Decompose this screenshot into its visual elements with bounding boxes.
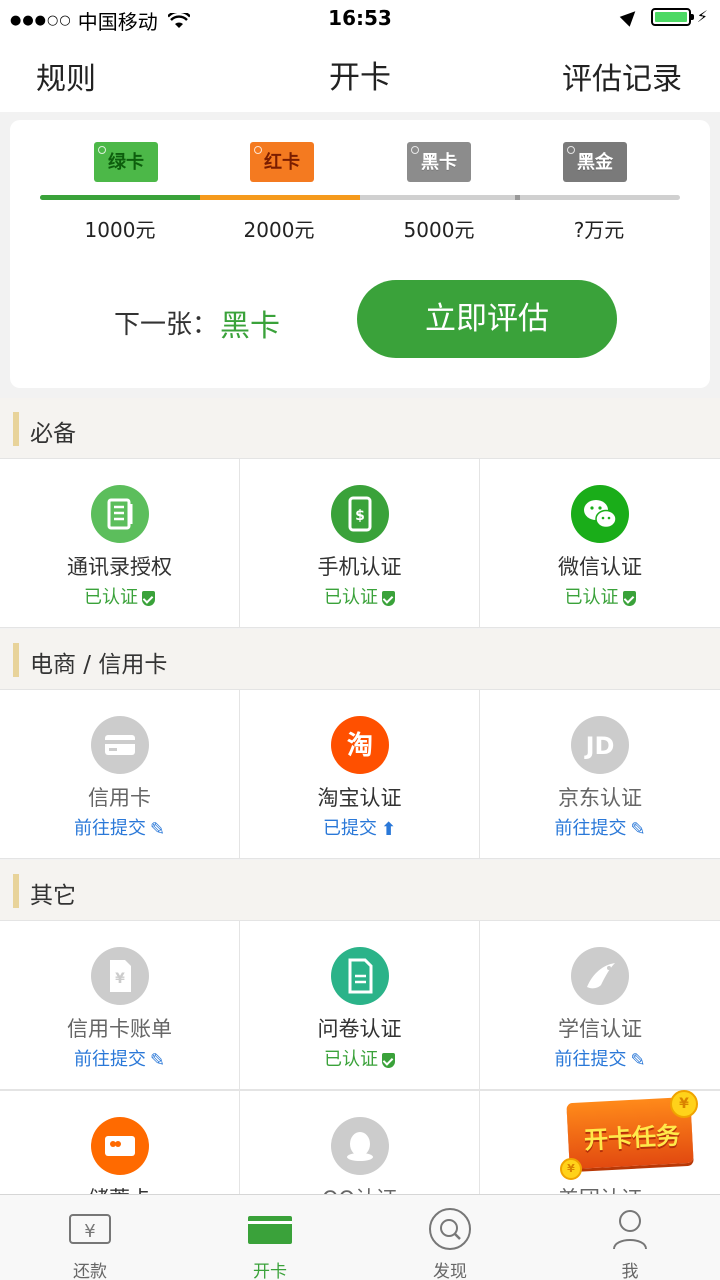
svg-text:$: $: [355, 508, 365, 524]
tier-amount: ?万元: [573, 218, 625, 242]
taobao-auth-item[interactable]: 淘 淘宝认证 已提交 ⬆: [240, 690, 480, 859]
section-header: 电商 / 信用卡: [0, 629, 720, 691]
svg-text:¥: ¥: [115, 971, 125, 987]
verified-icon: [382, 1052, 395, 1068]
contacts-icon: [91, 485, 149, 543]
evaluate-now-button[interactable]: 立即评估: [357, 280, 617, 358]
verified-icon: [382, 590, 395, 606]
tab-me[interactable]: 我: [540, 1195, 720, 1280]
jd-icon: JD: [571, 716, 629, 774]
status-verified: 已认证: [480, 583, 720, 609]
tier-green-card: 绿卡: [94, 142, 158, 182]
tier-progress-bar: [40, 195, 680, 200]
next-card-label: 下一张：: [114, 310, 219, 340]
card-task-promo[interactable]: 开卡任务 ¥ ¥: [560, 1090, 700, 1180]
qq-auth-item[interactable]: QQ认证: [240, 1091, 480, 1211]
submit-link[interactable]: 前往提交 ✎: [0, 1045, 239, 1071]
grid-row: ¥ 信用卡账单 前往提交 ✎ 问卷认证 已认证 学信认证 前往提交 ✎: [0, 920, 720, 1090]
status-verified: 已认证: [240, 583, 479, 609]
taobao-icon: 淘: [331, 716, 389, 774]
upload-icon: ⬆: [380, 818, 397, 840]
charging-icon: ⚡: [696, 7, 708, 26]
phone-icon: $: [331, 485, 389, 543]
edit-icon: ✎: [630, 1049, 646, 1071]
verified-icon: [622, 590, 636, 606]
contacts-auth-item[interactable]: 通讯录授权 已认证: [0, 459, 240, 628]
tab-bar: ¥ 还款 开卡 发现 我: [0, 1194, 720, 1280]
status-verified: 已认证: [240, 1045, 479, 1071]
edit-icon: ✎: [149, 818, 166, 840]
svg-text:淘: 淘: [347, 731, 373, 761]
edit-icon: ✎: [630, 818, 646, 840]
tier-red-card: 红卡: [250, 142, 314, 182]
coin-icon: ¥: [560, 1158, 582, 1180]
location-icon: [619, 6, 641, 27]
tab-repay[interactable]: ¥ 还款: [0, 1195, 180, 1280]
status-bar: ●●●○○ 中国移动 16:53 ⚡: [0, 0, 720, 36]
repay-icon: ¥: [69, 1214, 111, 1244]
survey-auth-item[interactable]: 问卷认证 已认证: [240, 921, 480, 1090]
edit-icon: ✎: [149, 1049, 166, 1071]
card-tier-panel: 绿卡 红卡 黑卡 黑金 1000元 2000元 5000元 ?万元 下一张： 黑…: [10, 120, 710, 388]
svg-text:JD: JD: [584, 732, 615, 760]
section-header: 必备: [0, 398, 720, 460]
status-verified: 已认证: [0, 583, 239, 609]
submit-link[interactable]: 前往提交 ✎: [0, 814, 239, 840]
tier-amount: 2000元: [243, 218, 315, 242]
tier-black-card: 黑卡: [407, 142, 471, 182]
grid-row: 信用卡 前往提交 ✎ 淘 淘宝认证 已提交 ⬆ JD 京东认证 前往提交 ✎: [0, 689, 720, 859]
status-submitted: 已提交 ⬆: [322, 818, 397, 840]
tab-discover[interactable]: 发现: [360, 1195, 540, 1280]
tier-black-gold-card: 黑金: [563, 142, 627, 182]
svg-text:¥: ¥: [84, 1221, 95, 1242]
discover-icon: [429, 1208, 471, 1250]
profile-icon: [613, 1210, 647, 1250]
education-icon: [571, 947, 629, 1005]
wechat-auth-item[interactable]: 微信认证 已认证: [480, 459, 720, 628]
survey-icon: [331, 947, 389, 1005]
credit-card-icon: [91, 716, 149, 774]
clock: 16:53: [328, 6, 392, 30]
submit-link[interactable]: 前往提交 ✎: [480, 1045, 720, 1071]
credit-bill-item[interactable]: ¥ 信用卡账单 前往提交 ✎: [0, 921, 240, 1090]
tier-amount: 1000元: [84, 218, 156, 242]
card-icon: [248, 1216, 292, 1244]
tab-open-card[interactable]: 开卡: [180, 1195, 360, 1280]
wechat-icon: [571, 485, 629, 543]
debit-card-item[interactable]: 储蓄卡: [0, 1091, 240, 1211]
verified-icon: [142, 590, 155, 606]
credit-card-item[interactable]: 信用卡 前往提交 ✎: [0, 690, 240, 859]
grid-row: 通讯录授权 已认证 $ 手机认证 已认证 微信认证 已认证: [0, 458, 720, 628]
nav-bar: 规则 开卡 评估记录: [0, 36, 720, 112]
next-card-value: 黑卡: [220, 309, 280, 344]
evaluation-history-button[interactable]: 评估记录: [562, 54, 682, 98]
submit-link[interactable]: 前往提交 ✎: [480, 814, 720, 840]
section-header: 其它: [0, 860, 720, 922]
bill-icon: ¥: [91, 947, 149, 1005]
debit-card-icon: [91, 1117, 149, 1175]
qq-icon: [331, 1117, 389, 1175]
phone-auth-item[interactable]: $ 手机认证 已认证: [240, 459, 480, 628]
education-auth-item[interactable]: 学信认证 前往提交 ✎: [480, 921, 720, 1090]
jd-auth-item[interactable]: JD 京东认证 前往提交 ✎: [480, 690, 720, 859]
tier-amount: 5000元: [403, 218, 475, 242]
coin-icon: ¥: [670, 1090, 698, 1118]
battery-icon: [650, 7, 694, 26]
